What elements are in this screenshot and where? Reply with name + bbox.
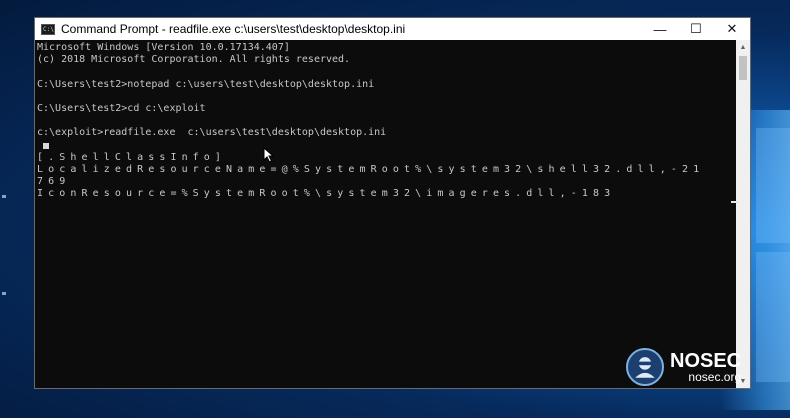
window-logo-pane [756,252,790,382]
text-cursor-block [43,142,49,149]
console-line: C:\Users\test2>notepad c:\users\test\des… [37,78,375,90]
output-line: IconResource=%SystemRoot%\system32\image… [37,188,616,200]
brand-name: NOSEC [670,349,742,372]
command-prompt-window[interactable]: Command Prompt - readfile.exe c:\users\t… [34,17,751,389]
brand-url: nosec.org [688,369,742,384]
console-output[interactable]: Microsoft Windows [Version 10.0.17134.40… [35,40,737,388]
cmd-app-icon[interactable] [41,23,55,35]
blinking-caret [731,201,738,203]
output-line: LocalizedResourceName=@%SystemRoot%\syst… [37,163,705,175]
output-line: [.ShellClassInfo] [37,151,227,163]
console-line: C:\Users\test2>cd c:\exploit [37,102,206,114]
nosec-logo-icon [626,348,664,386]
desktop-edge-mark [2,195,6,198]
minimize-button[interactable]: — [642,18,678,40]
console-line: Microsoft Windows [Version 10.0.17134.40… [37,42,290,53]
title-bar[interactable]: Command Prompt - readfile.exe c:\users\t… [35,18,750,40]
desktop-edge-mark [2,292,6,295]
vertical-scrollbar[interactable]: ▲ ▼ [736,40,750,388]
output-line: 769 [37,176,71,188]
scroll-up-icon[interactable]: ▲ [736,40,750,54]
window-title: Command Prompt - readfile.exe c:\users\t… [61,22,406,36]
maximize-button[interactable]: ☐ [678,18,714,40]
window-logo-pane [756,128,790,243]
close-button[interactable]: ✕ [714,18,750,40]
console-line: (c) 2018 Microsoft Corporation. All righ… [37,54,351,66]
mouse-pointer-icon [263,147,275,163]
nosec-watermark: NOSEC nosec.org [626,348,741,386]
console-line [37,140,737,152]
scroll-thumb[interactable] [739,56,747,80]
console-line: c:\exploit>readfile.exe c:\users\test\de… [37,127,387,139]
